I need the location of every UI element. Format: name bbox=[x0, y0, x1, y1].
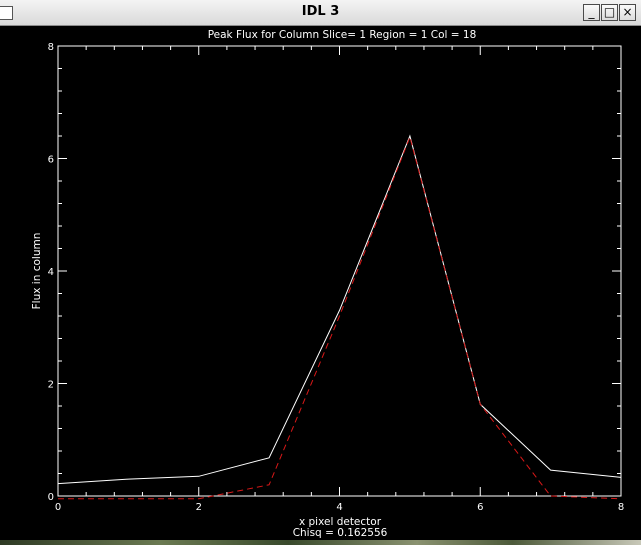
series-layer bbox=[57, 134, 622, 500]
desktop-strip bbox=[0, 540, 641, 545]
tick-labels: 0 2 4 6 8 0 2 4 6 8 bbox=[48, 42, 625, 513]
data-series-line bbox=[57, 134, 622, 485]
x-tick-label: 6 bbox=[477, 502, 483, 513]
y-tick-label: 6 bbox=[48, 155, 54, 166]
idl-window: IDL 3 _ □ × Peak Flux for Column Slice= … bbox=[0, 0, 641, 545]
close-button[interactable]: × bbox=[619, 4, 636, 21]
fit-series-line bbox=[58, 135, 622, 500]
axis-ticks bbox=[57, 45, 622, 497]
y-tick-label: 8 bbox=[48, 42, 54, 53]
x-tick-label: 8 bbox=[618, 502, 624, 513]
x-tick-label: 4 bbox=[336, 502, 342, 513]
chisq-annotation: Chisq = 0.162556 bbox=[293, 527, 388, 539]
y-tick-label: 4 bbox=[48, 267, 54, 278]
y-axis-label: Flux in column bbox=[31, 233, 43, 310]
flux-chart: Peak Flux for Column Slice= 1 Region = 1… bbox=[31, 29, 625, 539]
maximize-button[interactable]: □ bbox=[601, 4, 618, 21]
x-tick-label: 2 bbox=[196, 502, 202, 513]
plot-canvas: Peak Flux for Column Slice= 1 Region = 1… bbox=[0, 26, 641, 540]
window-title: IDL 3 bbox=[301, 4, 340, 19]
y-tick-label: 0 bbox=[48, 492, 54, 503]
minimize-button[interactable]: _ bbox=[583, 4, 600, 21]
x-tick-label: 0 bbox=[55, 502, 61, 513]
y-tick-label: 2 bbox=[48, 380, 54, 391]
title-bar[interactable]: IDL 3 _ □ × bbox=[0, 0, 641, 26]
chart-title: Peak Flux for Column Slice= 1 Region = 1… bbox=[208, 29, 477, 41]
plot-frame bbox=[57, 45, 622, 497]
